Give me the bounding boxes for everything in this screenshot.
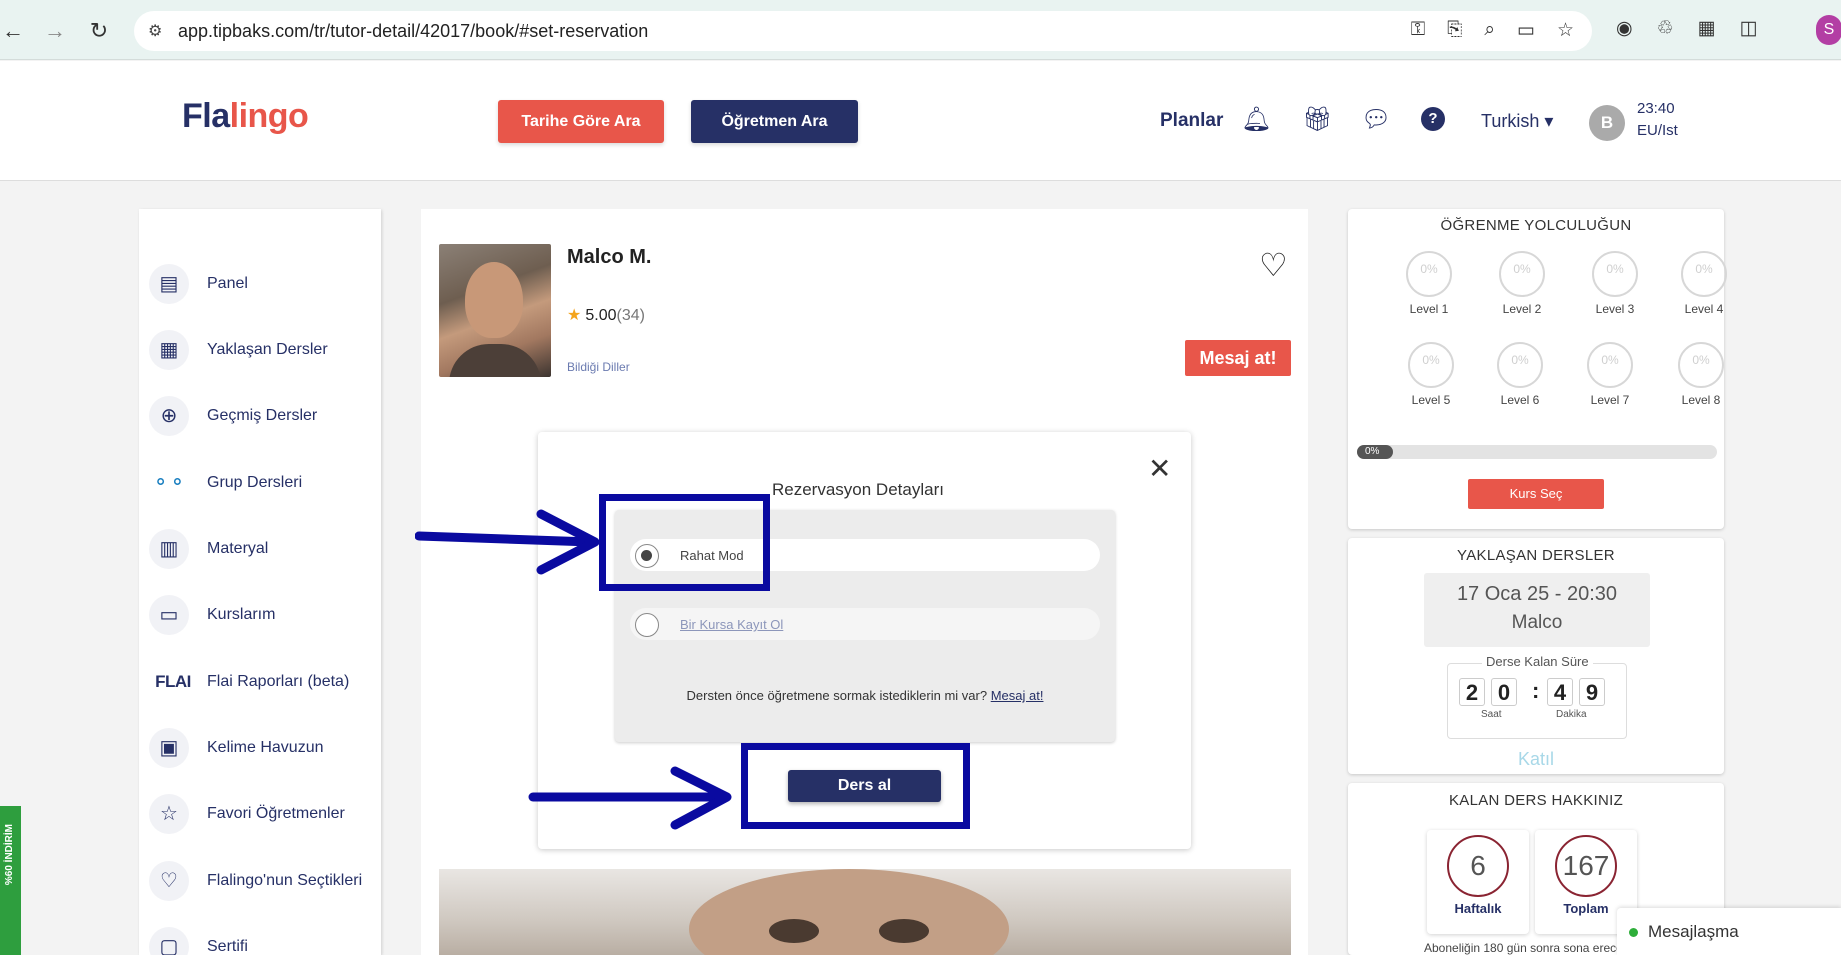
tutor-intro-video[interactable] xyxy=(439,869,1291,955)
ask-teacher-text: Dersten önce öğretmene sormak istedikler… xyxy=(686,688,1044,703)
monitor-icon: ▭ xyxy=(149,595,189,635)
reload-icon[interactable]: ↻ xyxy=(86,18,112,44)
favorite-heart-icon[interactable]: ♡ xyxy=(1259,246,1288,284)
help-icon[interactable]: ? xyxy=(1421,107,1445,131)
star-icon: ★ xyxy=(567,307,582,324)
certificate-icon: ▢ xyxy=(149,927,189,955)
calendar-icon: ▦ xyxy=(149,330,189,370)
back-icon[interactable]: ← xyxy=(0,18,26,44)
install-app-icon[interactable]: ⎘ xyxy=(1447,19,1462,42)
select-course-button[interactable]: Kurs Seç xyxy=(1468,479,1604,509)
qr-code-icon[interactable]: ▦ xyxy=(1698,17,1716,40)
online-dot-icon xyxy=(1629,928,1638,937)
messaging-tab[interactable]: Mesajlaşma xyxy=(1617,908,1841,955)
sidebar-item-certificates[interactable]: ▢ Sertifi xyxy=(149,922,248,955)
learning-journey-title: ÖĞRENME YOLCULUĞUN xyxy=(1440,217,1632,234)
notebook-icon: ▤ xyxy=(149,264,189,304)
card-icon[interactable]: ▭ xyxy=(1517,19,1535,42)
sidebar-item-past[interactable]: ⊕ Geçmiş Dersler xyxy=(149,391,317,441)
search-teacher-button[interactable]: Öğretmen Ara xyxy=(691,100,858,143)
address-bar[interactable]: ⚙ app.tipbaks.com/tr/tutor-detail/42017/… xyxy=(134,11,1592,51)
tutor-name: Malco M. xyxy=(567,246,652,268)
user-avatar[interactable]: B xyxy=(1589,105,1625,141)
arrow-to-book-button-icon xyxy=(528,766,732,830)
level-6[interactable]: 0% Level 6 xyxy=(1490,342,1550,407)
remaining-lessons-title: KALAN DERS HAKKINIZ xyxy=(1448,792,1624,809)
sidebar-item-picks[interactable]: ♡ Flalingo'nun Seçtikleri xyxy=(149,856,362,906)
upcoming-lessons-card: YAKLAŞAN DERSLER 17 Oca 25 - 20:30 Malco… xyxy=(1348,538,1724,774)
site-info-icon[interactable]: ⚙ xyxy=(148,21,162,41)
tutor-rating: ★ 5.00(34) xyxy=(567,307,645,324)
known-languages-label: Bildiği Diller xyxy=(567,360,630,374)
ask-message-link[interactable]: Mesaj at! xyxy=(991,688,1044,703)
message-tutor-button[interactable]: Mesaj at! xyxy=(1185,340,1291,376)
chat-icon[interactable]: 💬︎ xyxy=(1361,105,1391,134)
level-7[interactable]: 0% Level 7 xyxy=(1580,342,1640,407)
plans-link[interactable]: Planlar xyxy=(1160,110,1223,132)
upcoming-lessons-title: YAKLAŞAN DERSLER xyxy=(1457,547,1615,564)
join-lesson-link[interactable]: Katıl xyxy=(1348,749,1724,770)
lesson-countdown: Derse Kalan Süre 2 0 : 4 9 Saat Dakika xyxy=(1447,654,1627,739)
flai-logo-icon: FLAI xyxy=(155,672,191,691)
gift-icon[interactable]: 🎁︎ xyxy=(1302,105,1332,134)
star-badge-icon: ☆ xyxy=(149,794,189,834)
sidebar-item-word-pool[interactable]: ▣ Kelime Havuzun xyxy=(149,723,324,773)
user-clock: 23:40 EU/Ist xyxy=(1637,100,1678,139)
sidebar-item-group[interactable]: ⚬⚬ Grup Dersleri xyxy=(149,458,302,508)
highlight-box-relaxed-mode xyxy=(599,494,770,591)
password-key-icon[interactable]: ⚿ xyxy=(1411,19,1425,42)
globe-icon: ⊕ xyxy=(149,396,189,436)
upcoming-lesson-item[interactable]: 17 Oca 25 - 20:30 Malco xyxy=(1424,573,1650,647)
tutor-photo xyxy=(439,244,551,377)
group-circles-icon: ⚬⚬ xyxy=(152,472,186,494)
sidebar-item-material[interactable]: ▥ Materyal xyxy=(149,524,268,574)
option-enroll-course[interactable]: Bir Kursa Kayıt Ol xyxy=(630,608,1100,640)
url-text[interactable]: app.tipbaks.com/tr/tutor-detail/42017/bo… xyxy=(178,21,648,42)
bookmark-star-icon[interactable]: ☆ xyxy=(1557,19,1574,42)
zoom-icon[interactable]: ⌕ xyxy=(1484,19,1495,42)
level-4[interactable]: 0% Level 4 xyxy=(1674,251,1734,316)
browser-profile-avatar[interactable]: S xyxy=(1816,15,1841,45)
extensions-puzzle-icon[interactable]: ◫ xyxy=(1740,17,1758,40)
weekly-rights: 6 Haftalık xyxy=(1427,830,1529,934)
level-1[interactable]: 0% Level 1 xyxy=(1399,251,1459,316)
level-8[interactable]: 0% Level 8 xyxy=(1671,342,1731,407)
promo-discount-tab[interactable]: %60 İNDİRİM xyxy=(0,806,21,955)
document-icon: ▥ xyxy=(149,529,189,569)
sidebar-item-upcoming[interactable]: ▦ Yaklaşan Dersler xyxy=(149,325,328,375)
enroll-course-link[interactable]: Bir Kursa Kayıt Ol xyxy=(680,617,783,632)
flalingo-logo[interactable]: Flalingo xyxy=(182,97,309,136)
browser-toolbar: ← → ↻ ⚙ app.tipbaks.com/tr/tutor-detail/… xyxy=(0,0,1841,60)
level-5[interactable]: 0% Level 5 xyxy=(1401,342,1461,407)
extension-chrome-icon[interactable]: ◉ xyxy=(1616,17,1633,40)
sidebar: ▤ Panel ▦ Yaklaşan Dersler ⊕ Geçmiş Dersler… xyxy=(139,209,381,955)
modal-title: Rezervasyon Detayları xyxy=(772,480,944,499)
word-card-icon: ▣ xyxy=(149,728,189,768)
arrow-to-relaxed-mode-icon xyxy=(415,509,600,575)
sidebar-item-panel[interactable]: ▤ Panel xyxy=(149,259,248,309)
forward-icon[interactable]: → xyxy=(42,18,68,44)
close-icon[interactable]: ✕ xyxy=(1148,452,1171,485)
sidebar-item-favorite-teachers[interactable]: ☆ Favori Öğretmenler xyxy=(149,789,345,839)
sidebar-item-flai-reports[interactable]: FLAI Flai Raporları (beta) xyxy=(149,657,349,707)
highlight-box-book-button xyxy=(741,743,970,829)
level-2[interactable]: 0% Level 2 xyxy=(1492,251,1552,316)
site-header: Flalingo Tarihe Göre Ara Öğretmen Ara Pl… xyxy=(0,61,1841,181)
enroll-course-radio[interactable] xyxy=(635,613,659,637)
search-by-date-button[interactable]: Tarihe Göre Ara xyxy=(498,100,664,143)
journey-progress-bar: 0% xyxy=(1357,445,1717,459)
extension-recycle-icon[interactable]: ♲ xyxy=(1657,17,1674,40)
people-heart-icon: ♡ xyxy=(149,861,189,901)
notification-bell-icon[interactable]: 🔔︎ xyxy=(1241,105,1271,134)
sidebar-item-courses[interactable]: ▭ Kurslarım xyxy=(149,590,275,640)
level-3[interactable]: 0% Level 3 xyxy=(1585,251,1645,316)
language-select[interactable]: Turkish ▾ xyxy=(1481,111,1553,132)
learning-journey-card: ÖĞRENME YOLCULUĞUN 0% Level 1 0% Level 2 0… xyxy=(1348,209,1727,529)
subscription-renew-text: Aboneliğin 180 gün sonra sona erecek xyxy=(1424,941,1629,955)
